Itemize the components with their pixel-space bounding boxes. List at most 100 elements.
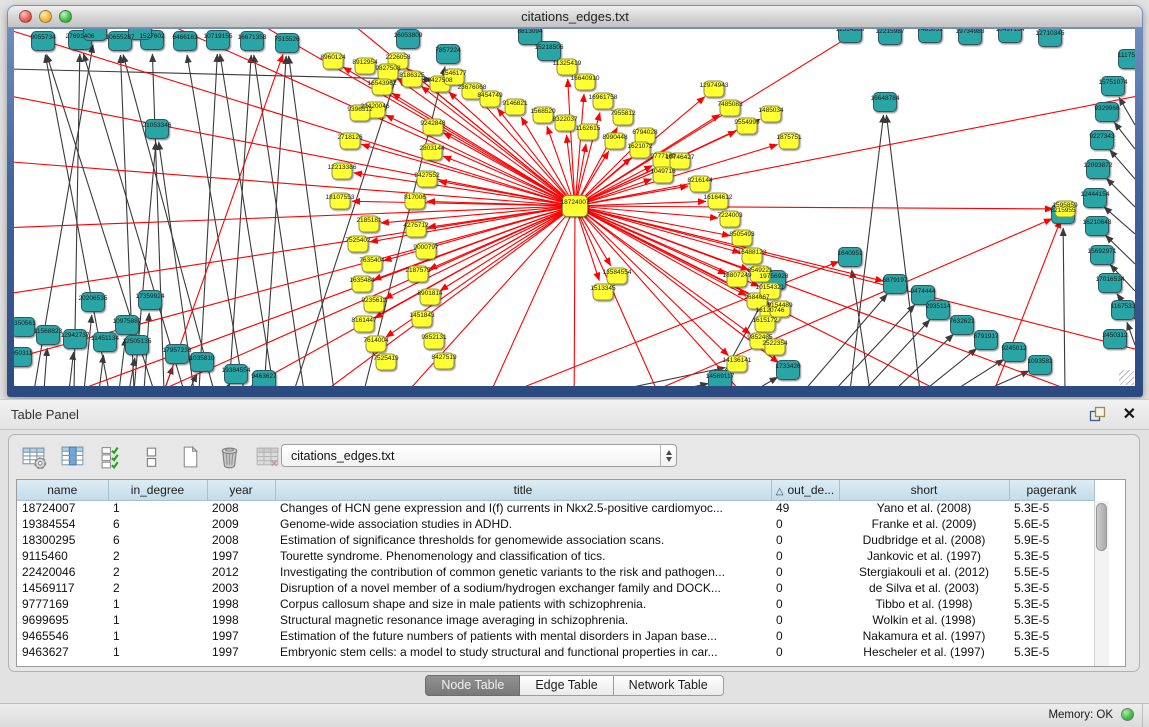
table-cell[interactable]: 49 bbox=[771, 500, 839, 516]
table-cell[interactable]: Investigating the contribution of common… bbox=[275, 564, 771, 580]
table-cell[interactable]: 9699695 bbox=[17, 612, 108, 628]
table-cell[interactable]: Changes of HCN gene expression and I(f) … bbox=[275, 500, 771, 516]
table-cell[interactable]: Structural magnetic resonance image aver… bbox=[275, 612, 771, 628]
column-header-pagerank[interactable]: pagerank bbox=[1009, 480, 1094, 500]
table-row[interactable]: 1938455462009Genome-wide association stu… bbox=[17, 516, 1094, 532]
table-cell[interactable]: 5.3E-5 bbox=[1009, 612, 1094, 628]
table-cell[interactable]: 19384554 bbox=[17, 516, 108, 532]
float-window-icon[interactable] bbox=[1089, 406, 1107, 423]
table-cell[interactable]: 0 bbox=[771, 628, 839, 644]
table-cell[interactable]: 5.6E-5 bbox=[1009, 516, 1094, 532]
column-header-title[interactable]: title bbox=[275, 480, 771, 500]
table-cell[interactable]: 18300295 bbox=[17, 532, 108, 548]
table-row[interactable]: 977716911998Corpus callosum shape and si… bbox=[17, 596, 1094, 612]
table-cell[interactable]: 22420046 bbox=[17, 564, 108, 580]
table-mode-icon[interactable] bbox=[21, 444, 48, 471]
column-header-name[interactable]: name bbox=[17, 480, 108, 500]
table-cell[interactable]: Hescheler et al. (1997) bbox=[839, 644, 1009, 660]
table-cell[interactable]: 1997 bbox=[207, 548, 275, 564]
selector-stepper-icon[interactable] bbox=[660, 445, 676, 466]
table-cell[interactable]: 2 bbox=[108, 548, 207, 564]
delete-column-trash-icon[interactable] bbox=[216, 444, 243, 471]
table-cell[interactable]: 2008 bbox=[207, 532, 275, 548]
table-cell[interactable]: 0 bbox=[771, 644, 839, 660]
table-cell[interactable]: 2003 bbox=[207, 580, 275, 596]
table-cell[interactable]: 1997 bbox=[207, 628, 275, 644]
table-cell[interactable]: 0 bbox=[771, 564, 839, 580]
table-cell[interactable]: 2 bbox=[108, 564, 207, 580]
tab-edge-table[interactable]: Edge Table bbox=[520, 675, 613, 696]
table-cell[interactable]: 0 bbox=[771, 516, 839, 532]
table-cell[interactable]: Yano et al. (2008) bbox=[839, 500, 1009, 516]
table-cell[interactable]: 1997 bbox=[207, 644, 275, 660]
table-cell[interactable]: Tourette syndrome. Phenomenology and cla… bbox=[275, 548, 771, 564]
table-cell[interactable]: Embryonic stem cells: a model to study s… bbox=[275, 644, 771, 660]
memory-status-icon[interactable] bbox=[1121, 708, 1134, 721]
table-cell[interactable]: 2012 bbox=[207, 564, 275, 580]
table-cell[interactable]: 2 bbox=[108, 580, 207, 596]
table-cell[interactable]: Corpus callosum shape and size in male p… bbox=[275, 596, 771, 612]
table-cell[interactable]: Stergiakouli et al. (2012) bbox=[839, 564, 1009, 580]
table-cell[interactable]: 1998 bbox=[207, 612, 275, 628]
cell-pair-icon[interactable] bbox=[138, 444, 165, 471]
table-row[interactable]: 1456911722003Disruption of a novel membe… bbox=[17, 580, 1094, 596]
close-panel-icon[interactable]: ✕ bbox=[1123, 404, 1136, 424]
table-cell[interactable]: 0 bbox=[771, 532, 839, 548]
table-cell[interactable]: 1 bbox=[108, 644, 207, 660]
table-cell[interactable]: Tibbo et al. (1998) bbox=[839, 596, 1009, 612]
table-cell[interactable]: Estimation of the future numbers of pati… bbox=[275, 628, 771, 644]
table-cell[interactable]: Genome-wide association studies in ADHD. bbox=[275, 516, 771, 532]
table-cell[interactable]: de Silva et al. (2003) bbox=[839, 580, 1009, 596]
table-cell[interactable]: 0 bbox=[771, 596, 839, 612]
table-cell[interactable]: 5.3E-5 bbox=[1009, 628, 1094, 644]
table-cell[interactable]: 9777169 bbox=[17, 596, 108, 612]
table-cell[interactable]: 1 bbox=[108, 628, 207, 644]
table-cell[interactable]: 9465546 bbox=[17, 628, 108, 644]
table-cell[interactable]: 5.3E-5 bbox=[1009, 596, 1094, 612]
tab-node-table[interactable]: Node Table bbox=[425, 675, 520, 696]
table-cell[interactable]: 6 bbox=[108, 516, 207, 532]
table-row[interactable]: 1872400712008Changes of HCN gene express… bbox=[17, 500, 1094, 516]
table-cell[interactable]: Disruption of a novel member of a sodium… bbox=[275, 580, 771, 596]
table-cell[interactable]: 18724007 bbox=[17, 500, 108, 516]
table-cell[interactable]: 2009 bbox=[207, 516, 275, 532]
table-row[interactable]: 911546021997Tourette syndrome. Phenomeno… bbox=[17, 548, 1094, 564]
table-cell[interactable]: 9463627 bbox=[17, 644, 108, 660]
table-cell[interactable]: 1 bbox=[108, 596, 207, 612]
table-cell[interactable]: 5.3E-5 bbox=[1009, 548, 1094, 564]
table-row[interactable]: 1830029562008Estimation of significance … bbox=[17, 532, 1094, 548]
table-cell[interactable]: 5.3E-5 bbox=[1009, 500, 1094, 516]
table-row[interactable]: 969969511998Structural magnetic resonanc… bbox=[17, 612, 1094, 628]
scrollbar-thumb[interactable] bbox=[1096, 503, 1107, 551]
table-cell[interactable]: Nakamura et al. (1997) bbox=[839, 628, 1009, 644]
column-header-in_degree[interactable]: in_degree bbox=[108, 480, 207, 500]
network-window-titlebar[interactable]: citations_edges.txt bbox=[8, 6, 1142, 28]
show-columns-icon[interactable] bbox=[60, 444, 87, 471]
table-cell[interactable]: 0 bbox=[771, 612, 839, 628]
table-cell[interactable]: 0 bbox=[771, 580, 839, 596]
table-row[interactable]: 946362711997Embryonic stem cells: a mode… bbox=[17, 644, 1094, 660]
column-header-out_de[interactable]: △out_de... bbox=[771, 480, 839, 500]
table-scrollbar[interactable] bbox=[1094, 501, 1109, 666]
column-header-year[interactable]: year bbox=[207, 480, 275, 500]
network-table-selector[interactable]: citations_edges.txt bbox=[281, 444, 677, 467]
table-cell[interactable]: 1 bbox=[108, 500, 207, 516]
table-cell[interactable]: Dudbridge et al. (2008) bbox=[839, 532, 1009, 548]
network-view-window[interactable]: citations_edges.txt 90557342769140610655… bbox=[7, 5, 1143, 397]
table-row[interactable]: 946554611997Estimation of the future num… bbox=[17, 628, 1094, 644]
new-column-document-icon[interactable] bbox=[177, 444, 204, 471]
resize-grip-icon[interactable] bbox=[1119, 370, 1134, 385]
tab-network-table[interactable]: Network Table bbox=[614, 675, 724, 696]
table-cell[interactable]: 5.3E-5 bbox=[1009, 580, 1094, 596]
table-row[interactable]: 2242004622012Investigating the contribut… bbox=[17, 564, 1094, 580]
table-cell[interactable]: Wolkin et al. (1998) bbox=[839, 612, 1009, 628]
table-cell[interactable]: Franke et al. (2009) bbox=[839, 516, 1009, 532]
select-columns-check-icon[interactable] bbox=[99, 444, 126, 471]
table-cell[interactable]: Estimation of significance thresholds fo… bbox=[275, 532, 771, 548]
table-cell[interactable]: 5.9E-5 bbox=[1009, 532, 1094, 548]
table-cell[interactable]: 1 bbox=[108, 612, 207, 628]
table-cell[interactable]: 1998 bbox=[207, 596, 275, 612]
table-cell[interactable]: 0 bbox=[771, 548, 839, 564]
column-header-short[interactable]: short bbox=[839, 480, 1009, 500]
table-cell[interactable]: 9115460 bbox=[17, 548, 108, 564]
